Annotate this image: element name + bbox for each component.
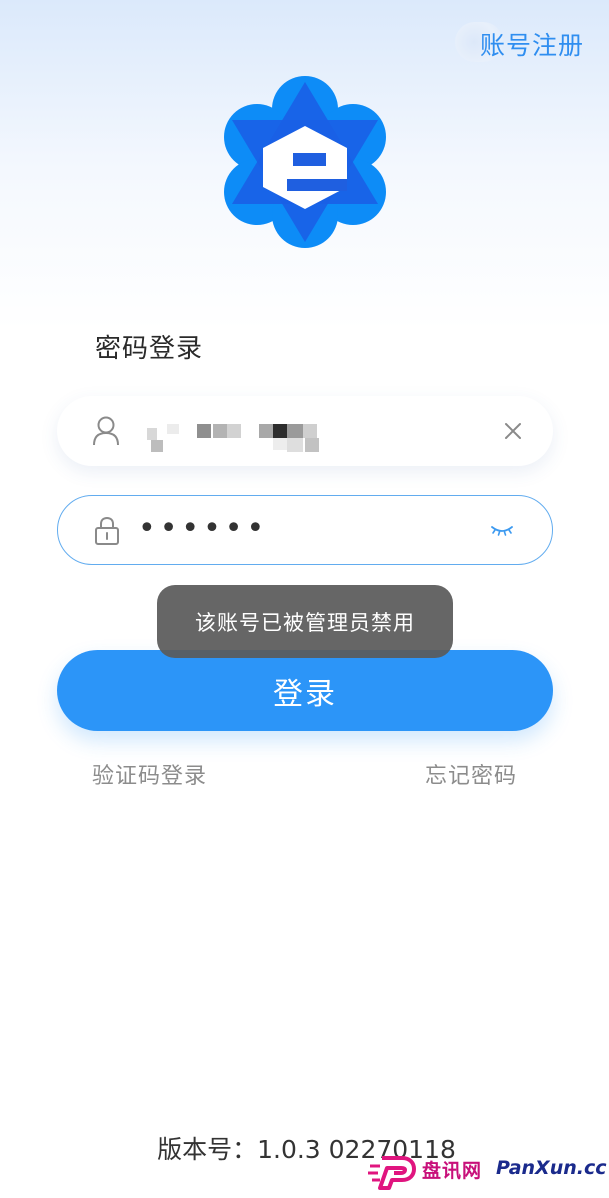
page-title: 密码登录 bbox=[95, 334, 204, 364]
toast-message: 该账号已被管理员禁用 bbox=[157, 585, 453, 658]
close-icon[interactable] bbox=[503, 421, 523, 441]
watermark-en: PanXun.cc bbox=[496, 1157, 607, 1179]
password-field[interactable]: •••••• bbox=[57, 495, 553, 565]
username-redaction bbox=[147, 420, 327, 456]
watermark-cn: 盘讯网 bbox=[422, 1160, 483, 1182]
username-field[interactable] bbox=[57, 396, 553, 466]
app-logo-icon bbox=[224, 76, 386, 248]
register-link[interactable]: 账号注册 bbox=[480, 26, 584, 62]
user-icon bbox=[93, 416, 119, 446]
eye-closed-icon[interactable] bbox=[490, 520, 514, 540]
password-input[interactable]: •••••• bbox=[138, 511, 268, 546]
watermark-logo-icon bbox=[368, 1156, 416, 1190]
login-button[interactable]: 登录 bbox=[57, 650, 553, 731]
sms-login-link[interactable]: 验证码登录 bbox=[92, 758, 207, 790]
watermark: 盘讯网 PanXun.cc bbox=[368, 1150, 609, 1194]
forgot-password-link[interactable]: 忘记密码 bbox=[425, 758, 517, 790]
lock-icon bbox=[95, 516, 119, 545]
